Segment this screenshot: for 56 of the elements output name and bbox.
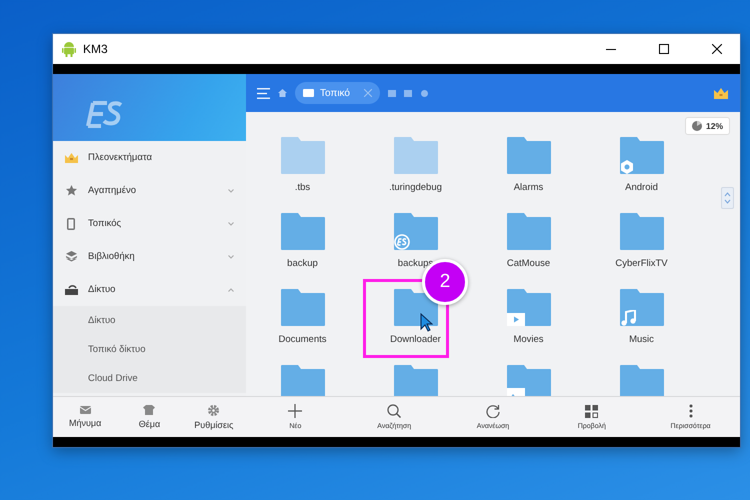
gear-badge-icon [620,160,634,174]
star-icon [66,185,76,196]
sidebar-item[interactable]: Δίκτυο [53,273,246,306]
footer-button[interactable]: Μήνυμα [53,397,118,437]
folder-name: Downloader [390,334,441,345]
es-logo-icon [394,234,410,250]
folder-name: Android [625,182,658,193]
folder-name: Documents [278,334,327,345]
sidebar-item[interactable]: Βιβλιοθήκη [53,240,246,273]
close-icon[interactable] [364,89,372,97]
folder-name: Alarms [514,182,544,193]
sidebar-subitem[interactable]: Δίκτυο [53,306,246,335]
es-logo-icon [85,100,125,130]
settings-icon [208,404,220,416]
envelope-icon [80,406,91,414]
crown-icon[interactable] [714,88,728,98]
shirt-icon [143,405,156,415]
refresh-icon [486,404,500,418]
pie-chart-icon [692,121,702,131]
layers-icon [66,251,76,262]
folder-name: CatMouse [506,258,550,269]
play-badge-icon [506,313,524,326]
folder-name: .turingdebug [389,182,442,193]
sidebar-subitem[interactable]: Cloud Drive [53,364,246,393]
maximize-icon [659,44,669,54]
footer-button[interactable]: Θέμα [117,397,182,437]
scroll-handle[interactable] [721,187,734,209]
phone-icon [67,218,75,230]
menu-icon[interactable] [257,88,270,98]
search-icon [387,404,402,418]
folder-name: Movies [513,334,544,345]
plus-icon [288,404,302,418]
grid-view-icon [585,404,598,418]
android-icon [62,42,76,56]
folder-name: .tbs [294,182,310,193]
cloud-icon[interactable] [420,90,429,96]
close-icon [712,44,722,54]
window-title: KM3 [83,42,109,56]
folder-name: CyberFlixTV [615,258,668,269]
folder-name: Music [629,334,654,345]
folder-icon [303,89,314,97]
footer-button[interactable]: Ρυθμίσεις [182,397,246,437]
sidebar-item[interactable]: Τοπικός [53,207,246,240]
more-icon [688,404,693,418]
network-icon [64,284,78,295]
folder-name: backups [398,258,434,269]
sidebar-item[interactable]: Πλεονεκτήματα [53,141,246,174]
sidebar-subitem[interactable]: Τοπικό δίκτυο [53,335,246,364]
sidebar-item[interactable]: Αγαπημένο [53,174,246,207]
cursor-icon [420,313,433,332]
home-icon[interactable] [278,89,287,97]
music-note-icon [620,310,636,326]
crown-icon [64,152,78,162]
storage-badge[interactable]: 12% [684,117,730,135]
folder-name: backup [287,258,318,269]
minimize-icon [606,48,616,50]
